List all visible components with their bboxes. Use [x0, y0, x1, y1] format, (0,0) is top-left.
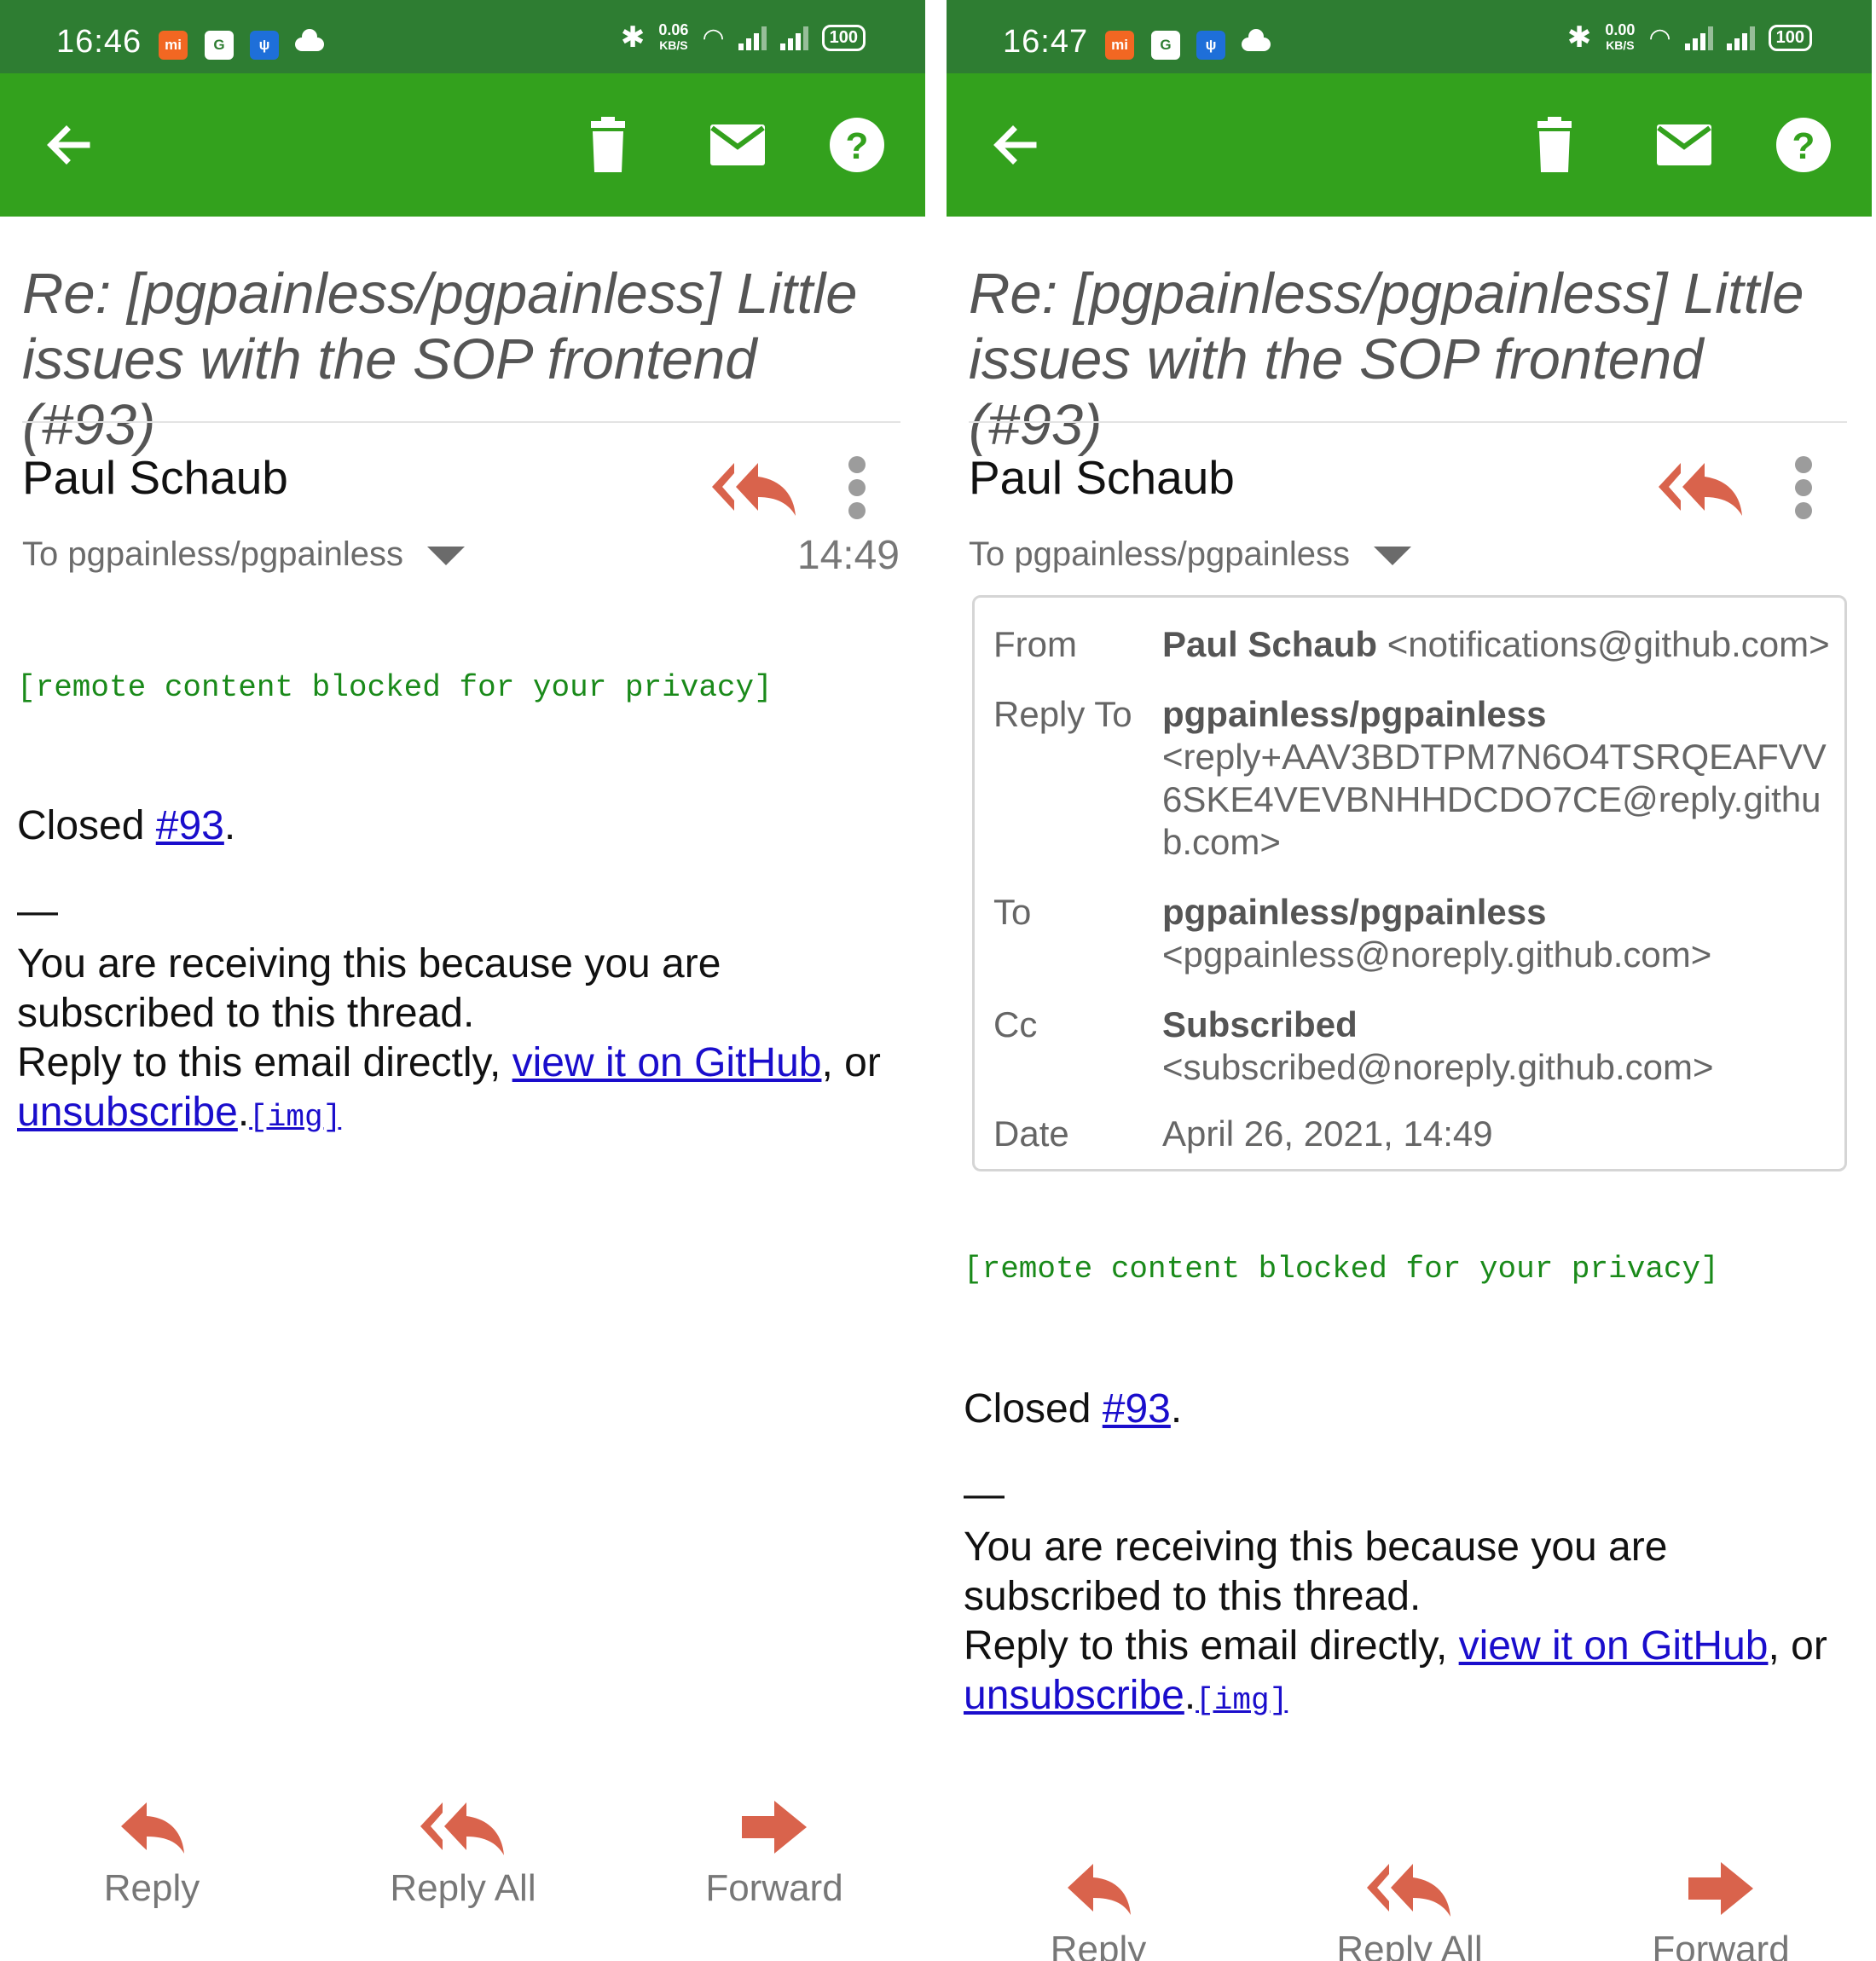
- issue-link[interactable]: #93: [1103, 1386, 1171, 1432]
- screen-expanded-header: 16:47 mi G ψ ✱ 0.00 KB/S ◠ 100 ? Re: [pg…: [947, 0, 1872, 1961]
- receiving-notice: You are receiving this because you are s…: [17, 941, 721, 1036]
- mi-app-icon: mi: [1105, 31, 1134, 60]
- trash-icon[interactable]: [1519, 109, 1590, 181]
- unsubscribe-link[interactable]: unsubscribe: [964, 1673, 1184, 1718]
- signal-icon: [738, 25, 767, 50]
- signature-dash: —: [964, 1472, 1005, 1517]
- app-bar: ?: [947, 73, 1872, 217]
- reply-button[interactable]: Reply: [49, 1799, 254, 1910]
- forward-icon: [1688, 1862, 1753, 1915]
- battery-icon: 100: [1768, 24, 1812, 51]
- chevron-down-icon: [1373, 547, 1411, 566]
- divider: [22, 421, 900, 423]
- svg-text:?: ?: [846, 125, 869, 167]
- signal-icon: [1684, 25, 1713, 50]
- img-placeholder-link[interactable]: [img]: [249, 1100, 341, 1135]
- sender-name: Paul Schaub: [969, 451, 1235, 504]
- view-on-github-link[interactable]: view it on GitHub: [1459, 1623, 1769, 1669]
- status-time: 16:47: [1003, 24, 1089, 60]
- network-speed: 0.06 KB/S: [658, 21, 689, 52]
- signature-dash: —: [17, 888, 58, 934]
- reply-all-button[interactable]: Reply All: [1307, 1860, 1512, 1961]
- remote-content-notice[interactable]: [remote content blocked for your privacy…: [17, 670, 773, 705]
- cloud-icon: [1242, 29, 1271, 51]
- reply-button[interactable]: Reply: [996, 1860, 1201, 1961]
- cloud-icon: [295, 29, 324, 51]
- sender-name: Paul Schaub: [22, 451, 288, 504]
- bluetooth-icon: ✱: [620, 21, 646, 54]
- signal-icon: [1726, 25, 1755, 50]
- forward-button[interactable]: Forward: [672, 1799, 877, 1910]
- usb-icon: ψ: [1196, 31, 1225, 60]
- translate-icon: G: [1151, 31, 1180, 60]
- battery-icon: 100: [821, 24, 866, 51]
- divider: [969, 421, 1847, 423]
- forward-icon: [742, 1801, 807, 1854]
- img-placeholder-link[interactable]: [img]: [1196, 1683, 1288, 1718]
- reply-all-icon: [1367, 1864, 1450, 1917]
- wifi-icon: ◠: [702, 23, 725, 52]
- action-bar: Reply Reply All Forward: [947, 1860, 1872, 1961]
- reply-icon: [121, 1802, 184, 1854]
- closed-line: Closed #93.: [964, 1386, 1183, 1432]
- remote-content-notice[interactable]: [remote content blocked for your privacy…: [964, 1252, 1719, 1287]
- receiving-notice: You are receiving this because you are s…: [964, 1524, 1668, 1619]
- more-vert-icon[interactable]: [847, 456, 867, 521]
- reply-instructions: Reply to this email directly, view it on…: [964, 1623, 1827, 1718]
- usb-icon: ψ: [250, 31, 279, 60]
- signal-icon: [779, 25, 808, 50]
- wifi-icon: ◠: [1648, 23, 1671, 52]
- mail-icon[interactable]: [702, 109, 773, 181]
- chevron-down-icon: [426, 547, 465, 566]
- reply-icon: [1068, 1864, 1131, 1915]
- screen-collapsed-header: 16:46 mi G ψ ✱ 0.06 KB/S ◠ 100 ? Re: [pg…: [0, 0, 925, 1961]
- help-icon[interactable]: ?: [821, 109, 893, 181]
- trash-icon[interactable]: [572, 109, 644, 181]
- more-vert-icon[interactable]: [1793, 456, 1814, 521]
- help-icon[interactable]: ?: [1768, 109, 1839, 181]
- back-arrow-icon[interactable]: [34, 109, 106, 181]
- status-bar: 16:47 mi G ψ ✱ 0.00 KB/S ◠ 100: [947, 0, 1872, 73]
- reply-all-icon: [420, 1802, 504, 1855]
- status-time: 16:46: [56, 24, 142, 60]
- header-details-panel: From Paul Schaub <notifications@github.c…: [972, 595, 1847, 1171]
- recipient-toggle[interactable]: To pgpainless/pgpainless: [22, 535, 465, 574]
- reply-all-button[interactable]: Reply All: [361, 1799, 565, 1910]
- recipient-toggle[interactable]: To pgpainless/pgpainless: [969, 535, 1411, 574]
- bluetooth-icon: ✱: [1566, 21, 1592, 54]
- translate-icon: G: [205, 31, 234, 60]
- email-time: 14:49: [796, 533, 900, 578]
- issue-link[interactable]: #93: [156, 803, 224, 848]
- reply-all-icon[interactable]: [710, 456, 799, 518]
- view-on-github-link[interactable]: view it on GitHub: [512, 1040, 822, 1085]
- email-subject: Re: [pgpainless/pgpainless] Little issue…: [969, 262, 1804, 457]
- svg-text:?: ?: [1792, 125, 1815, 167]
- status-bar: 16:46 mi G ψ ✱ 0.06 KB/S ◠ 100: [0, 0, 925, 73]
- email-subject: Re: [pgpainless/pgpainless] Little issue…: [22, 262, 858, 457]
- mail-icon[interactable]: [1648, 109, 1720, 181]
- network-speed: 0.00 KB/S: [1605, 21, 1636, 52]
- reply-all-icon[interactable]: [1657, 456, 1746, 518]
- closed-line: Closed #93.: [17, 803, 236, 848]
- back-arrow-icon[interactable]: [981, 109, 1052, 181]
- action-bar: Reply Reply All Forward: [0, 1799, 925, 1961]
- forward-button[interactable]: Forward: [1618, 1860, 1823, 1961]
- mi-app-icon: mi: [159, 31, 188, 60]
- reply-instructions: Reply to this email directly, view it on…: [17, 1040, 881, 1135]
- app-bar: ?: [0, 73, 925, 217]
- unsubscribe-link[interactable]: unsubscribe: [17, 1090, 238, 1135]
